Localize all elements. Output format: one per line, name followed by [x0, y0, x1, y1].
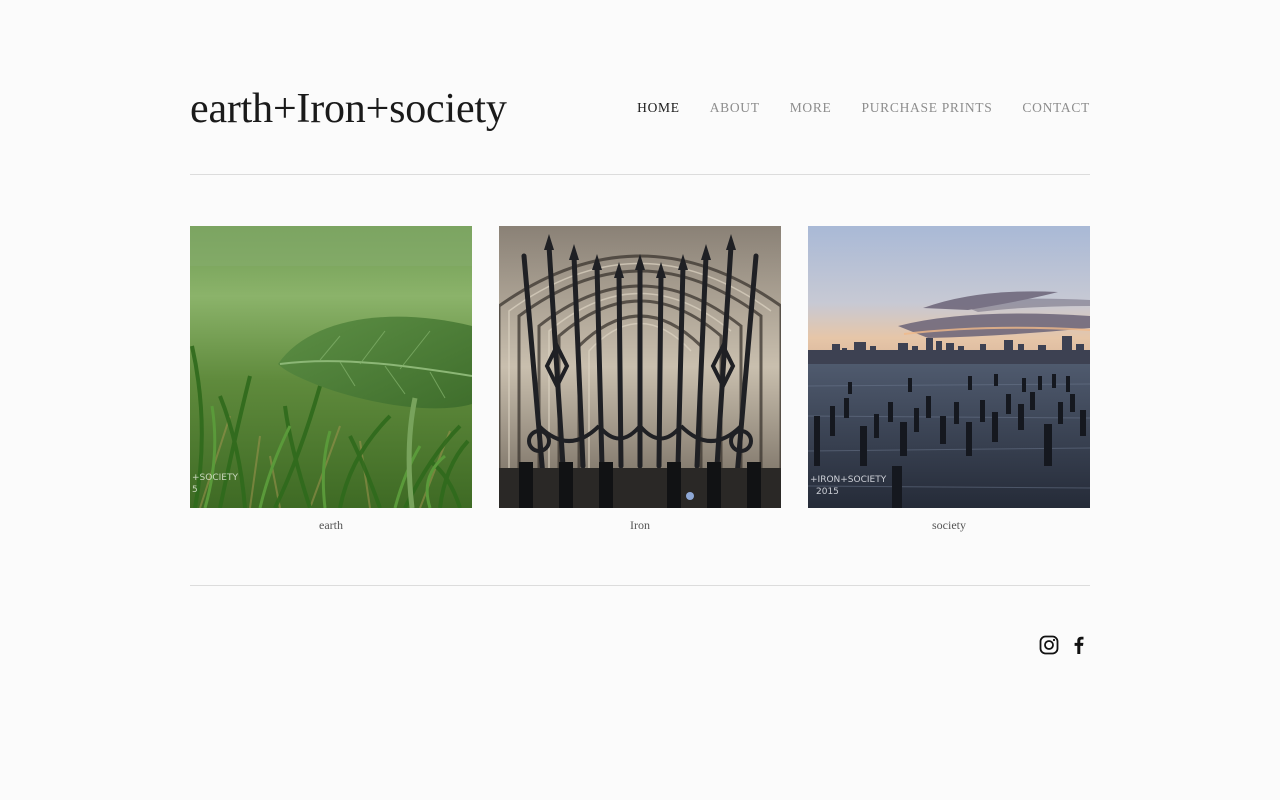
- header-divider: [190, 174, 1090, 175]
- gallery-caption-society: society: [932, 518, 966, 532]
- society-photo[interactable]: +IRON+SOCIETY 2015: [808, 226, 1090, 508]
- svg-text:+SOCIETY: +SOCIETY: [192, 473, 238, 483]
- gallery-grid: +SOCIETY 5 earth Iron +IRON+SOCIETY 2015…: [190, 226, 1090, 536]
- nav-more[interactable]: MORE: [790, 100, 832, 116]
- footer-divider: [190, 585, 1090, 586]
- iron-photo[interactable]: [499, 226, 781, 508]
- svg-text:+IRON+SOCIETY: +IRON+SOCIETY: [810, 475, 887, 485]
- gallery-caption-iron: Iron: [630, 518, 650, 532]
- svg-text:5: 5: [192, 485, 198, 495]
- earth-photo[interactable]: +SOCIETY 5: [190, 226, 472, 508]
- social-links: [1030, 634, 1090, 656]
- nav-about[interactable]: ABOUT: [710, 100, 760, 116]
- gallery-item-iron[interactable]: Iron: [499, 226, 781, 536]
- gallery-caption-earth: earth: [319, 518, 343, 532]
- nav-purchase-prints[interactable]: PURCHASE PRINTS: [862, 100, 993, 116]
- nav-home[interactable]: HOME: [637, 100, 680, 116]
- nav-contact[interactable]: CONTACT: [1022, 100, 1090, 116]
- instagram-icon[interactable]: [1038, 634, 1060, 656]
- facebook-icon[interactable]: [1068, 634, 1090, 656]
- gallery-item-society[interactable]: +IRON+SOCIETY 2015 society: [808, 226, 1090, 536]
- gallery-item-earth[interactable]: +SOCIETY 5 earth: [190, 226, 472, 536]
- site-title[interactable]: earth+Iron+society: [190, 84, 507, 134]
- main-nav: HOME ABOUT MORE PURCHASE PRINTS CONTACT: [637, 100, 1090, 116]
- site-header: earth+Iron+society HOME ABOUT MORE PURCH…: [190, 84, 1090, 136]
- svg-text:2015: 2015: [816, 487, 839, 497]
